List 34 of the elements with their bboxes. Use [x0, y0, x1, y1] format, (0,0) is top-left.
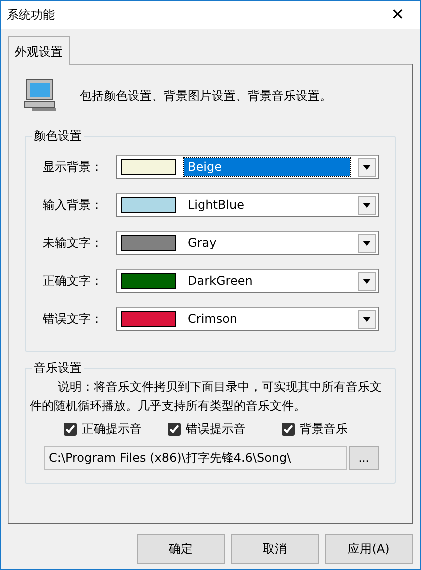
folder-path-field[interactable]: C:\Program Files (x86)\打字先锋4.6\Song\ — [44, 446, 347, 470]
color-dropdown[interactable]: DarkGreen — [116, 269, 379, 293]
checkbox-label: 背景音乐 — [300, 421, 348, 438]
field-label: 输入背景： — [43, 197, 104, 214]
dropdown-value: Beige — [184, 158, 350, 176]
browse-button[interactable]: ... — [349, 446, 379, 470]
color-dropdown[interactable]: Gray — [116, 231, 379, 255]
field-label: 错误文字： — [43, 311, 104, 328]
description-text: 包括颜色设置、背景图片设置、背景音乐设置。 — [80, 88, 332, 104]
close-button[interactable]: ✕ — [376, 1, 420, 29]
group-title: 音乐设置 — [33, 362, 83, 374]
dropdown-value: LightBlue — [187, 197, 246, 214]
field-label: 显示背景： — [43, 159, 104, 176]
tab[interactable]: 外观设置 — [8, 36, 70, 65]
checkbox-label: 错误提示音 — [186, 421, 246, 438]
window-title: 系统功能 — [7, 7, 55, 24]
checkbox[interactable] — [168, 422, 181, 436]
ok-button[interactable]: 确定 — [137, 534, 225, 564]
dropdown-value: Crimson — [187, 311, 239, 328]
field-label: 未输文字： — [43, 235, 104, 252]
checkbox[interactable] — [282, 422, 295, 436]
group-title: 颜色设置 — [33, 130, 83, 142]
dropdown-value: Gray — [187, 235, 218, 252]
cancel-button[interactable]: 取消 — [231, 534, 319, 564]
color-dropdown[interactable]: Beige — [116, 155, 379, 179]
music-note-text: 说明：将音乐文件拷贝到下面目录中，可实现其中所有音乐文件的随机循环播放。几乎支持所有类型的音乐文件。 — [29, 379, 383, 415]
checkbox-label: 正确提示音 — [82, 421, 142, 438]
computer-icon — [24, 79, 58, 112]
color-dropdown[interactable]: Crimson — [116, 307, 379, 331]
color-dropdown[interactable]: LightBlue — [116, 193, 379, 217]
apply-button[interactable]: 应用(A) — [325, 534, 413, 564]
field-label: 正确文字： — [43, 273, 104, 290]
dropdown-value: DarkGreen — [187, 273, 254, 290]
checkbox[interactable] — [64, 422, 77, 436]
